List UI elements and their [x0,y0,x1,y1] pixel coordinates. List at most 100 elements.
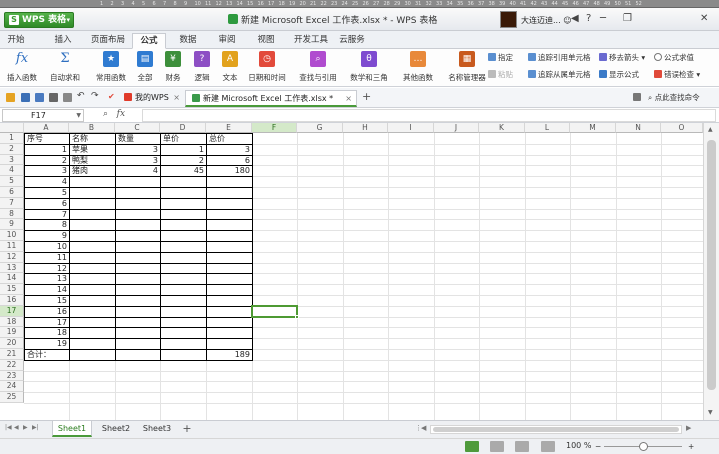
ribbon-button-1[interactable]: Σ 自动求和 [48,51,82,83]
cell-E4[interactable]: 180 [207,166,252,176]
command-search[interactable]: ⌕ 点此查找命令 [648,93,700,103]
page-layout-view-icon[interactable] [490,441,504,452]
cell-A13[interactable]: 12 [25,264,69,274]
row-header-10[interactable]: 10 [0,230,24,241]
cell-E21[interactable]: 189 [207,350,252,360]
save-as-icon[interactable] [35,93,44,102]
minimize-icon[interactable]: ─ [600,12,606,26]
hscroll-thumb[interactable] [433,427,679,432]
save-icon[interactable] [21,93,30,102]
tab-2[interactable]: 页面布局 [88,33,128,49]
cell-A2[interactable]: 1 [25,145,69,155]
column-header-D[interactable]: D [160,123,206,133]
zoom-slider-knob[interactable] [638,442,648,451]
formula-input[interactable] [142,109,716,122]
layout-icon[interactable] [633,93,641,101]
cell-B1[interactable]: 名称 [70,134,115,144]
cell-A16[interactable]: 15 [25,296,69,306]
doc-tab-0[interactable]: 我的WPS × [118,90,184,107]
reading-view-icon[interactable] [541,441,555,452]
row-header-25[interactable]: 25 [0,392,24,403]
zoom-icon[interactable]: ⌕ [103,109,108,119]
tab-0[interactable]: 开始 [5,33,27,49]
collapse-icon[interactable]: ◀ [571,12,579,26]
scroll-left-icon[interactable]: ◀ [421,424,426,432]
fx-icon[interactable]: fx [117,109,125,119]
cell-E2[interactable]: 3 [207,145,252,155]
cell-A9[interactable]: 8 [25,220,69,230]
cell-A8[interactable]: 7 [25,210,69,220]
scroll-down-icon[interactable]: ▼ [708,409,713,416]
ribbon-button-6[interactable]: A 文本 [217,51,243,83]
print-icon[interactable] [49,93,58,102]
new-tab-button[interactable]: + [362,90,371,103]
name-box[interactable]: F17 ▼ [2,109,84,122]
cell-A4[interactable]: 3 [25,166,69,176]
cell-D1[interactable]: 单价 [161,134,206,144]
cell-B4[interactable]: 猪肉 [70,166,115,176]
selected-cell[interactable] [251,304,299,319]
column-header-A[interactable]: A [24,123,69,133]
row-header-9[interactable]: 9 [0,219,24,231]
column-header-C[interactable]: C [115,123,160,133]
ribbon-button-0[interactable]: fx 插入函数 [4,51,40,83]
cell-A17[interactable]: 16 [25,307,69,317]
scroll-up-icon[interactable]: ▲ [708,126,713,133]
tab-4[interactable]: 数据 [175,33,201,49]
cell-A10[interactable]: 9 [25,231,69,241]
row-header-14[interactable]: 14 [0,273,24,285]
evaluate-formula-button[interactable]: 公式求值 [654,53,694,63]
column-header-M[interactable]: M [570,123,616,133]
ribbon-button-7[interactable]: ◷ 日期和时间 [246,51,288,83]
print-preview-icon[interactable] [63,93,72,102]
row-header-22[interactable]: 22 [0,359,24,371]
select-all-corner[interactable] [0,123,24,133]
sheet-nav-1[interactable]: ◀ [14,424,19,431]
zoom-in-button[interactable]: + [688,442,694,452]
cell-C3[interactable]: 3 [116,156,160,166]
sheet-tab-Sheet1[interactable]: Sheet1 [52,421,92,437]
cell-A14[interactable]: 13 [25,274,69,284]
tab-6[interactable]: 视图 [253,33,279,49]
fill-handle[interactable] [295,314,299,319]
cell-C2[interactable]: 3 [116,145,160,155]
app-menu-button[interactable]: S WPS 表格 ▾ [4,12,74,28]
row-header-16[interactable]: 16 [0,295,24,306]
cell-D4[interactable]: 45 [161,166,206,176]
sheet-nav-2[interactable]: ▶ [23,424,28,431]
column-header-K[interactable]: K [479,123,525,133]
redo-icon[interactable]: ↷ [91,91,100,101]
cell-A6[interactable]: 5 [25,188,69,198]
ribbon-button-11[interactable]: ▦ 名称管理器 [446,51,488,83]
row-header-21[interactable]: 21 [0,349,24,360]
row-header-6[interactable]: 6 [0,187,24,198]
cell-B2[interactable]: 苹果 [70,145,115,155]
row-header-4[interactable]: 4 [0,165,24,177]
column-header-O[interactable]: O [661,123,703,133]
row-header-11[interactable]: 11 [0,241,24,252]
sheet-nav-0[interactable]: |◀ [5,424,12,431]
cell-C4[interactable]: 4 [116,166,160,176]
tab-3[interactable]: 公式 [132,33,166,49]
undo-icon[interactable]: ↶ [77,91,86,101]
restore-icon[interactable]: ❐ [623,12,632,26]
row-header-7[interactable]: 7 [0,197,24,209]
define-name-button[interactable]: 指定 [488,53,513,63]
close-icon[interactable]: ✕ [700,12,708,26]
ribbon-button-8[interactable]: ⌕ 查找与引用 [296,51,340,83]
row-header-8[interactable]: 8 [0,208,24,220]
scroll-thumb[interactable] [707,140,716,390]
tab-8[interactable]: 云服务 [337,33,367,49]
ribbon-button-3[interactable]: ▤ 全部 [133,51,157,83]
cell-A19[interactable]: 18 [25,328,69,338]
cell-A3[interactable]: 2 [25,156,69,166]
tab-1[interactable]: 插入 [50,33,76,49]
row-header-19[interactable]: 19 [0,327,24,339]
cell-A18[interactable]: 17 [25,318,69,328]
column-header-L[interactable]: L [525,123,570,133]
column-header-G[interactable]: G [297,123,343,133]
trace-precedents-button[interactable]: 追踪引用单元格 [528,53,591,63]
ribbon-button-9[interactable]: θ 数学和三角 [346,51,392,83]
trace-dependents-button[interactable]: 追踪从属单元格 [528,70,591,80]
cell-A12[interactable]: 11 [25,253,69,263]
